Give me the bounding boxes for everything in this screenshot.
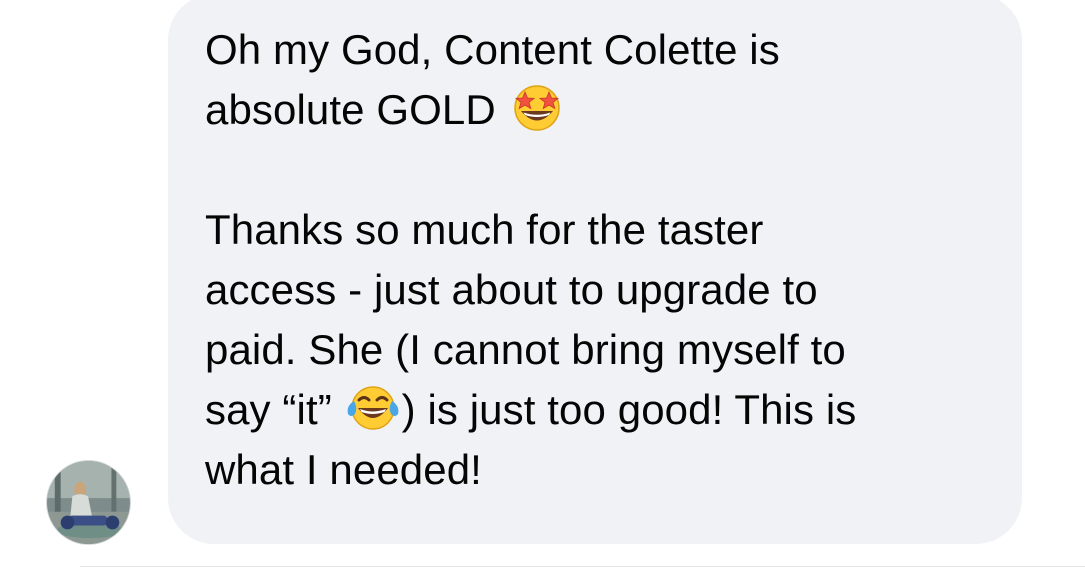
sender-avatar[interactable]: [46, 460, 131, 545]
message-bubble[interactable]: Oh my God, Content Colette is absolute G…: [168, 0, 1022, 544]
message-line: Thanks so much for the taster: [205, 206, 764, 253]
message-text: absolute GOLD: [205, 86, 496, 133]
avatar-photo-icon: [47, 461, 130, 544]
star-struck-emoji-icon: [508, 84, 566, 132]
message-line: Oh my God, Content Colette is: [205, 26, 780, 73]
message-text: ) is just too good! This is: [401, 386, 857, 433]
message-line: what I needed!: [205, 446, 482, 493]
tears-of-joy-emoji-icon: [344, 384, 402, 432]
message-thread: Oh my God, Content Colette is absolute G…: [0, 0, 1085, 570]
message-text: say “it”: [205, 386, 332, 433]
message-line: say “it” ) is just too good! This is: [205, 380, 982, 440]
message-line: access - just about to upgrade to: [205, 266, 818, 313]
message-line: paid. She (I cannot bring myself to: [205, 326, 846, 373]
message-paragraph-2: Thanks so much for the taster access - j…: [205, 200, 982, 500]
message-paragraph-1: Oh my God, Content Colette is absolute G…: [205, 20, 982, 140]
divider: [80, 566, 1085, 567]
message-line: absolute GOLD: [205, 80, 982, 140]
